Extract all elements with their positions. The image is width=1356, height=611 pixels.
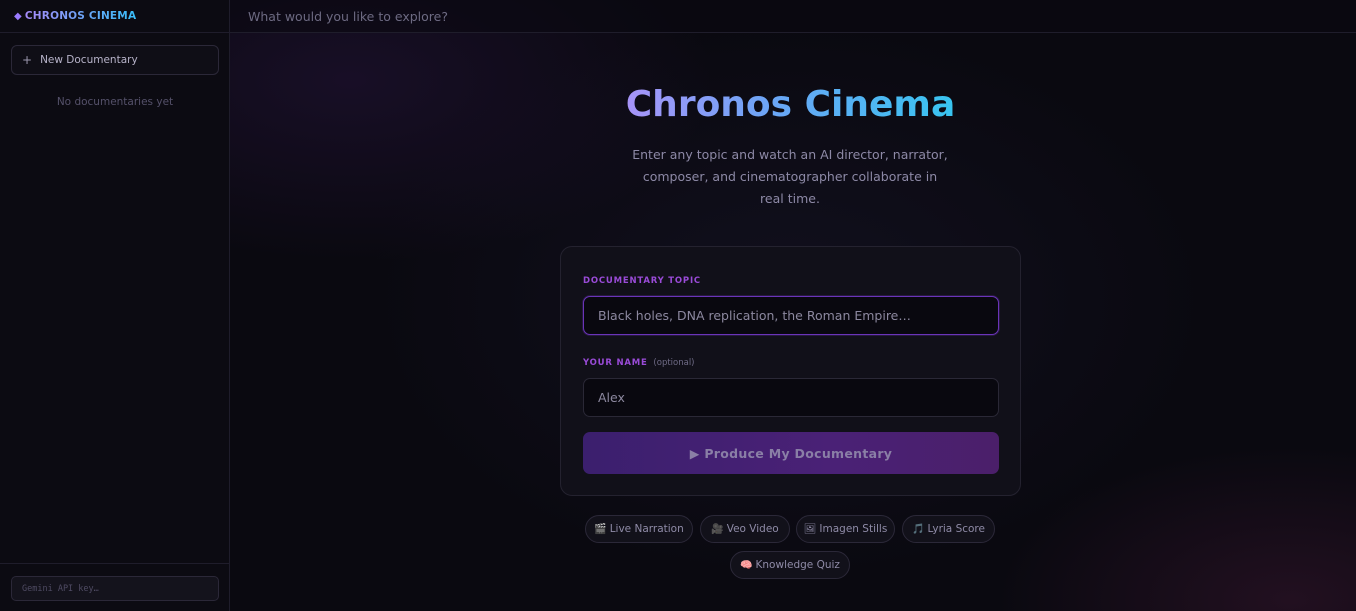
music-note-icon: 🎵 <box>912 523 925 535</box>
chip-label: Imagen Stills <box>819 523 888 535</box>
topbar <box>230 0 1356 33</box>
chip-live-narration[interactable]: 🎬 Live Narration <box>585 515 693 543</box>
chip-lyria-score[interactable]: 🎵 Lyria Score <box>902 515 995 543</box>
picture-icon: 🖼 <box>803 523 817 535</box>
new-documentary-button[interactable]: + New Documentary <box>11 45 219 75</box>
chip-veo-video[interactable]: 🎥 Veo Video <box>700 515 790 543</box>
chip-knowledge-quiz[interactable]: 🧠 Knowledge Quiz <box>730 551 850 579</box>
brand: ◆ CHRONOS CINEMA <box>0 0 229 33</box>
chip-label: Lyria Score <box>927 523 985 535</box>
sidebar: ◆ CHRONOS CINEMA + New Documentary No do… <box>0 0 230 611</box>
chip-imagen-stills[interactable]: 🖼 Imagen Stills <box>796 515 895 543</box>
page-subtitle: Enter any topic and watch an AI director… <box>632 147 948 206</box>
explore-input[interactable] <box>248 8 848 24</box>
page-title: Chronos Cinema <box>230 84 1351 125</box>
topic-label: DOCUMENTARY TOPIC <box>583 276 701 286</box>
topic-input[interactable] <box>583 296 999 335</box>
chip-label: Knowledge Quiz <box>755 559 840 571</box>
plus-icon: + <box>22 53 33 67</box>
name-input[interactable] <box>583 378 999 417</box>
new-documentary-label: New Documentary <box>40 54 138 66</box>
name-optional-hint: (optional) <box>653 358 695 368</box>
chip-label: Veo Video <box>726 523 779 535</box>
video-camera-icon: 🎥 <box>711 523 724 535</box>
brain-icon: 🧠 <box>740 559 753 571</box>
page-title-text: Chronos Cinema <box>625 84 956 125</box>
chip-label: Live Narration <box>609 523 684 535</box>
brand-name: CHRONOS CINEMA <box>24 10 137 22</box>
name-label-text: YOUR NAME <box>583 358 648 368</box>
produce-documentary-button[interactable]: ▶ Produce My Documentary <box>583 432 999 474</box>
documentary-form-card: DOCUMENTARY TOPIC YOUR NAME (optional) ▶… <box>560 246 1021 496</box>
diamond-icon: ◆ <box>14 10 22 22</box>
app-root: ◆ CHRONOS CINEMA + New Documentary No do… <box>0 0 1356 611</box>
empty-state-text: No documentaries yet <box>56 96 174 108</box>
main-area: Chronos Cinema Enter any topic and watch… <box>230 0 1356 611</box>
name-label: YOUR NAME (optional) <box>583 358 695 368</box>
api-key-input[interactable] <box>11 576 219 601</box>
sidebar-footer <box>0 563 230 611</box>
topic-label-text: DOCUMENTARY TOPIC <box>583 276 701 286</box>
clapperboard-icon: 🎬 <box>594 523 607 535</box>
